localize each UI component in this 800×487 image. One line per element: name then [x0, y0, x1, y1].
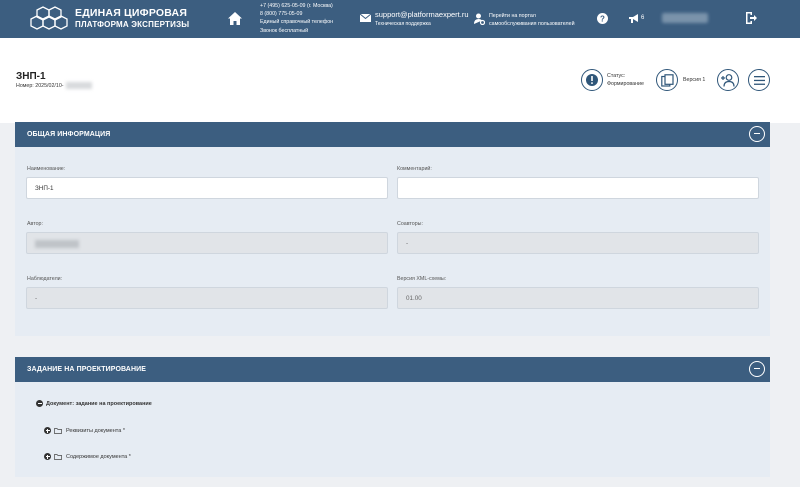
collapse-icon[interactable]	[749, 361, 765, 377]
status-info: Статус: Формирование	[607, 72, 644, 88]
add-user-icon	[721, 73, 735, 87]
user-gear-icon	[474, 13, 485, 25]
add-user-button[interactable]	[717, 69, 739, 91]
coauthors-field: -	[397, 232, 759, 254]
general-info-header[interactable]: ОБЩАЯ ИНФОРМАЦИЯ	[15, 122, 770, 147]
general-info-title: ОБЩАЯ ИНФОРМАЦИЯ	[27, 131, 111, 138]
document-header	[0, 38, 800, 123]
name-field[interactable]: ЗНП-1	[26, 177, 388, 199]
phone-moscow[interactable]: +7 (495) 625-05-09 (г. Москва)	[260, 2, 333, 10]
comment-label: Комментарий:	[397, 166, 432, 172]
versions-icon	[660, 73, 674, 87]
status-button[interactable]	[581, 69, 603, 91]
xml-schema-label: Версия XML-схемы:	[397, 276, 447, 282]
support-contact: support@platformaexpert.ru Техническая п…	[375, 11, 469, 27]
self-service-portal-link[interactable]: Перейти на портал самообслуживания польз…	[489, 12, 575, 28]
expand-node-icon[interactable]	[44, 453, 51, 460]
help-icon[interactable]: ?	[597, 13, 608, 24]
megaphone-icon[interactable]	[628, 13, 640, 24]
tree-node-requisites[interactable]: Реквизиты документа *	[44, 427, 125, 434]
tree-node-document[interactable]: Документ: задание на проектирование	[36, 400, 152, 407]
menu-button[interactable]	[748, 69, 770, 91]
coauthors-label: Соавторы:	[397, 221, 423, 227]
observers-label: Наблюдатели:	[27, 276, 63, 282]
user-name[interactable]	[662, 13, 708, 23]
name-label: Наименование:	[27, 166, 66, 172]
brand-name[interactable]: ЕДИНАЯ ЦИФРОВАЯ ПЛАТФОРМА ЭКСПЕРТИЗЫ	[75, 8, 189, 29]
portal-line-2: самообслуживания пользователей	[489, 21, 575, 27]
xml-schema-field: 01.00	[397, 287, 759, 309]
logout-icon[interactable]	[746, 12, 757, 24]
design-task-header[interactable]: ЗАДАНИЕ НА ПРОЕКТИРОВАНИЕ	[15, 357, 770, 382]
status-value: Формирование	[607, 81, 644, 87]
author-field	[26, 232, 388, 254]
observers-field: -	[26, 287, 388, 309]
document-number-redacted	[65, 82, 92, 89]
svg-text:?: ?	[600, 14, 605, 23]
home-icon[interactable]	[228, 12, 242, 25]
design-task-title: ЗАДАНИЕ НА ПРОЕКТИРОВАНИЕ	[27, 366, 147, 373]
tree-node-document-label: Документ: задание на проектирование	[46, 400, 152, 407]
phone-free[interactable]: 8 (800) 775-05-09	[260, 10, 333, 18]
platform-logo-icon[interactable]	[30, 6, 68, 32]
status-alert-icon	[586, 74, 598, 86]
tree-node-content-label: Содержимое документа *	[66, 453, 131, 460]
tree-node-content[interactable]: Содержимое документа *	[44, 453, 131, 460]
document-number-label: Номер:	[16, 82, 34, 89]
phone-free-note: Звонок бесплатный	[260, 27, 309, 34]
top-navigation-bar: ЕДИНАЯ ЦИФРОВАЯ ПЛАТФОРМА ЭКСПЕРТИЗЫ +7 …	[0, 0, 800, 38]
phone-description: Единый справочный телефон	[260, 19, 334, 26]
version-label: Версия 1	[683, 77, 706, 83]
brand-line-1: ЕДИНАЯ ЦИФРОВАЯ	[75, 7, 188, 19]
mail-icon	[360, 14, 371, 22]
expand-node-icon[interactable]	[44, 427, 51, 434]
comment-field[interactable]	[397, 177, 759, 199]
folder-icon	[54, 453, 62, 460]
author-redacted	[35, 240, 79, 248]
collapse-icon[interactable]	[749, 126, 765, 142]
brand-line-2: ПЛАТФОРМА ЭКСПЕРТИЗЫ	[75, 19, 190, 29]
folder-icon	[54, 427, 62, 434]
collapse-node-icon[interactable]	[36, 400, 43, 407]
document-title: ЗНП-1	[16, 71, 46, 82]
tree-node-requisites-label: Реквизиты документа *	[66, 427, 125, 434]
document-number-value: 2025/02/10-	[35, 82, 64, 89]
document-number: Номер: 2025/02/10-	[16, 82, 92, 89]
contact-phones: +7 (495) 625-05-09 (г. Москва) 8 (800) 7…	[260, 2, 333, 35]
notification-count: 6	[641, 15, 645, 21]
author-label: Автор:	[27, 221, 43, 227]
support-email-link[interactable]: support@platformaexpert.ru	[375, 11, 469, 19]
portal-line-1: Перейти на портал	[489, 13, 536, 19]
support-description: Техническая поддержка	[375, 20, 431, 27]
version-button[interactable]	[656, 69, 678, 91]
status-label: Статус:	[607, 73, 626, 79]
design-task-body	[15, 382, 770, 477]
hamburger-menu-icon	[753, 75, 765, 85]
